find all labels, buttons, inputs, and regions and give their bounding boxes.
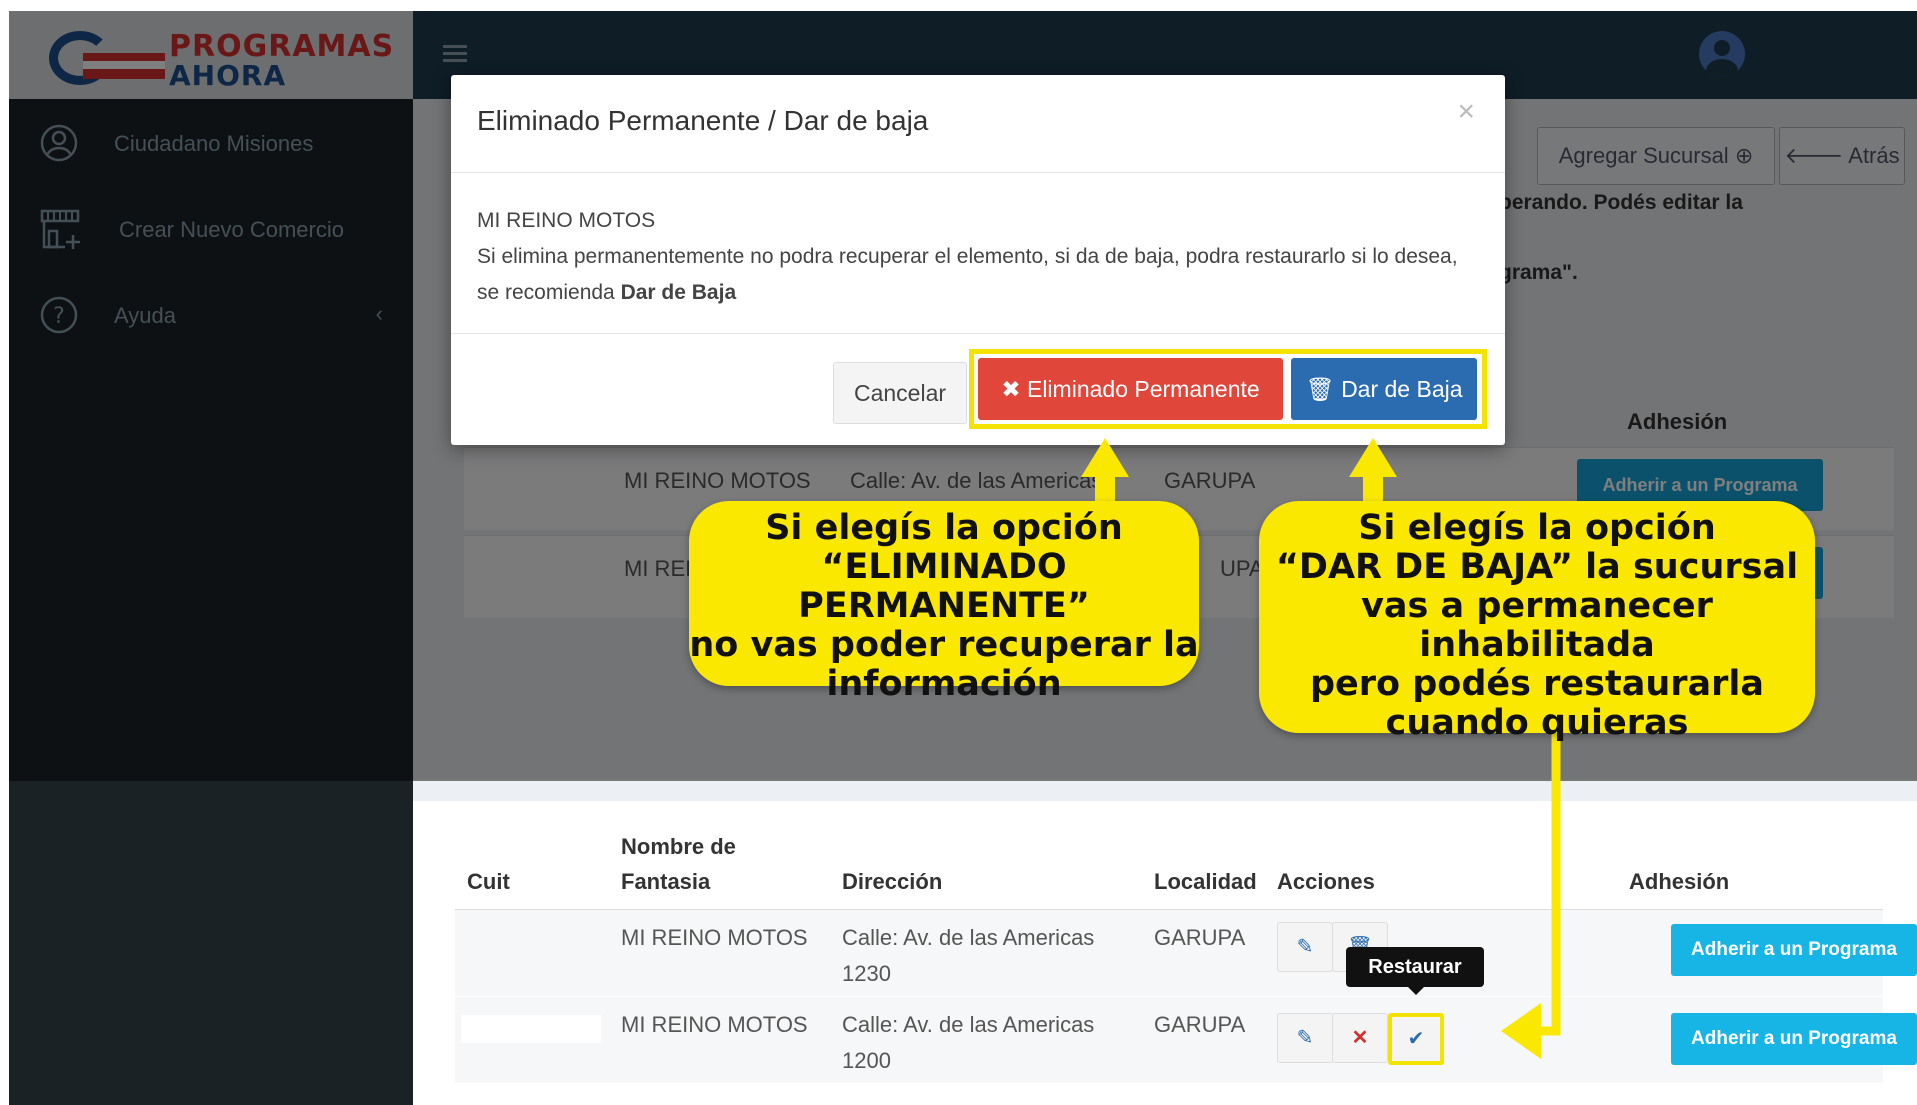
table-row: MI REINO MOTOS Calle: Av. de las America… <box>455 909 1917 996</box>
callout-line: “ELIMINADO PERMANENTE” <box>798 547 1090 626</box>
th-fantasia-2: Fantasia <box>621 869 711 894</box>
cell-localidad: GARUPA <box>1154 925 1246 950</box>
callout-line: información <box>826 664 1062 704</box>
restore-check-icon[interactable]: ✔ <box>1388 1013 1444 1065</box>
permanent-delete-button[interactable]: ✖ Eliminado Permanente <box>978 358 1283 420</box>
dir-line1: Calle: Av. de las Americas <box>842 1012 1095 1037</box>
th-localidad: Localidad <box>1154 869 1257 894</box>
cell-nombre: MI REINO MOTOS <box>621 925 808 950</box>
cell-localidad: GARUPA <box>1154 1012 1246 1037</box>
callout-line: Si elegís la opción <box>765 508 1123 548</box>
disable-button[interactable]: 🗑 Dar de Baja <box>1291 358 1477 420</box>
permanent-delete-label: Eliminado Permanente <box>1026 376 1260 402</box>
adherir-programa-button[interactable]: Adherir a un Programa <box>1671 924 1917 976</box>
app-frame: PROGRAMAS AHORA Ciudadano Misiones Crear… <box>9 11 1917 1105</box>
callout-line: no vas poder recuperar la <box>689 625 1199 665</box>
callout-dar-de-baja: Si elegís la opción “DAR DE BAJA” la suc… <box>1259 501 1815 743</box>
trash-icon: 🗑 <box>1305 376 1335 402</box>
dir-line2: 1200 <box>842 1048 891 1073</box>
modal-body: MI REINO MOTOS Si elimina permanentement… <box>477 203 1477 311</box>
business-name: MI REINO MOTOS <box>477 209 656 232</box>
th-cuit: Cuit <box>467 869 510 894</box>
dir-line1: Calle: Av. de las Americas <box>842 925 1095 950</box>
th-acciones: Acciones <box>1277 869 1375 894</box>
modal-message-bold: Dar de Baja <box>620 281 737 304</box>
close-icon[interactable]: × <box>1457 95 1475 129</box>
callout-line: cuando quieras <box>1385 703 1689 743</box>
th-fantasia-1: Nombre de <box>621 834 736 859</box>
callout-permanent-delete: Si elegís la opción “ELIMINADO PERMANENT… <box>689 501 1199 704</box>
disable-label: Dar de Baja <box>1341 376 1463 402</box>
callout-line: pero podés restaurarla <box>1309 664 1765 704</box>
dir-line2: 1230 <box>842 961 891 986</box>
cell-cuit-redacted <box>461 1015 601 1043</box>
cell-direccion: Calle: Av. de las Americas 1230 <box>842 920 1094 992</box>
callout-line: Si elegís la opción <box>1358 508 1716 548</box>
modal-title: Eliminado Permanente / Dar de baja <box>477 105 929 136</box>
cell-direccion: Calle: Av. de las Americas 1200 <box>842 1007 1094 1079</box>
edit-pencil-icon[interactable]: ✎ <box>1277 1013 1333 1063</box>
adherir-programa-button[interactable]: Adherir a un Programa <box>1671 1013 1917 1065</box>
th-direccion: Dirección <box>842 869 943 894</box>
cell-nombre: MI REINO MOTOS <box>621 1012 808 1037</box>
divider <box>451 333 1505 334</box>
cancel-button[interactable]: Cancelar <box>833 362 967 424</box>
th-adhesion: Adhesión <box>1629 869 1730 894</box>
callout-line: vas a permanecer inhabilitada <box>1361 586 1713 665</box>
divider <box>451 172 1505 173</box>
restore-tooltip: Restaurar <box>1346 947 1484 995</box>
times-icon: ✖ <box>1001 376 1021 402</box>
confirm-delete-modal: Eliminado Permanente / Dar de baja × MI … <box>451 75 1505 445</box>
callout-line: “DAR DE BAJA” la sucursal <box>1275 547 1799 587</box>
table-row: MI REINO MOTOS Calle: Av. de las America… <box>455 997 1917 1083</box>
edit-pencil-icon[interactable]: ✎ <box>1277 922 1333 972</box>
delete-x-icon[interactable]: ✕ <box>1332 1013 1388 1063</box>
